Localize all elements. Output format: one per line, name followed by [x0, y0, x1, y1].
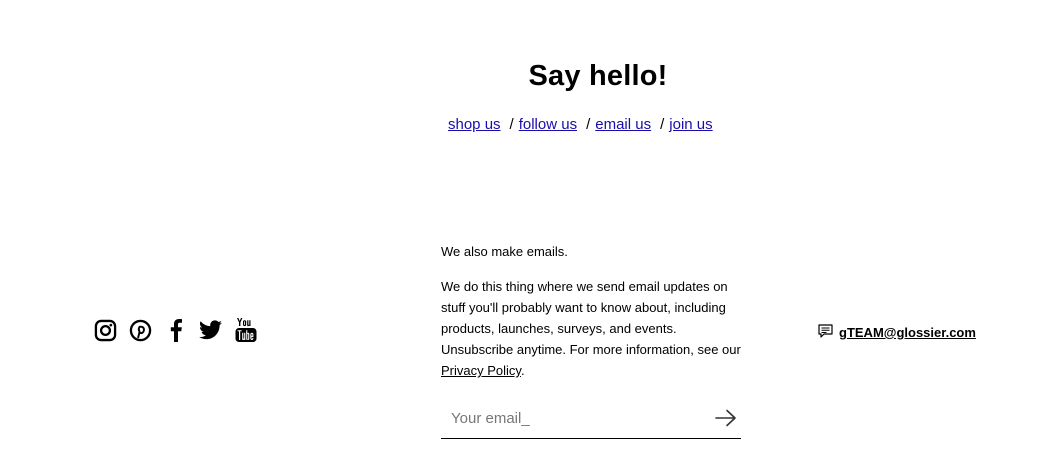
- nav-link-join-us[interactable]: join us: [669, 116, 712, 133]
- privacy-policy-link[interactable]: Privacy Policy: [441, 363, 521, 378]
- twitter-icon[interactable]: [199, 316, 222, 344]
- page-title: Say hello!: [528, 60, 668, 92]
- newsletter-section: We also make emails. We do this thing wh…: [441, 241, 741, 381]
- nav-link-shop-us[interactable]: shop us: [448, 116, 501, 133]
- youtube-icon[interactable]: [234, 316, 257, 344]
- pinterest-icon[interactable]: [129, 316, 152, 344]
- arrow-right-icon[interactable]: [711, 403, 741, 433]
- instagram-icon[interactable]: [94, 316, 117, 344]
- message-icon: [818, 324, 833, 341]
- nav-link-follow-us[interactable]: follow us: [519, 116, 577, 133]
- newsletter-description: We do this thing where we send email upd…: [441, 276, 741, 381]
- contact-email: gTEAM@glossier.com: [818, 324, 976, 341]
- nav-separator: /: [586, 116, 591, 133]
- nav-separator: /: [660, 116, 665, 133]
- contact-email-link[interactable]: gTEAM@glossier.com: [839, 325, 976, 340]
- email-signup-form: [441, 398, 741, 439]
- email-input[interactable]: [441, 399, 711, 437]
- social-links: [94, 316, 257, 344]
- facebook-icon[interactable]: [164, 316, 187, 344]
- nav-separator: /: [509, 116, 514, 133]
- newsletter-body-text: We do this thing where we send email upd…: [441, 279, 741, 357]
- newsletter-period: .: [520, 363, 525, 378]
- nav-link-email-us[interactable]: email us: [595, 116, 651, 133]
- newsletter-intro: We also make emails.: [441, 244, 568, 259]
- footer-nav: shop us / follow us / email us / join us: [448, 114, 713, 136]
